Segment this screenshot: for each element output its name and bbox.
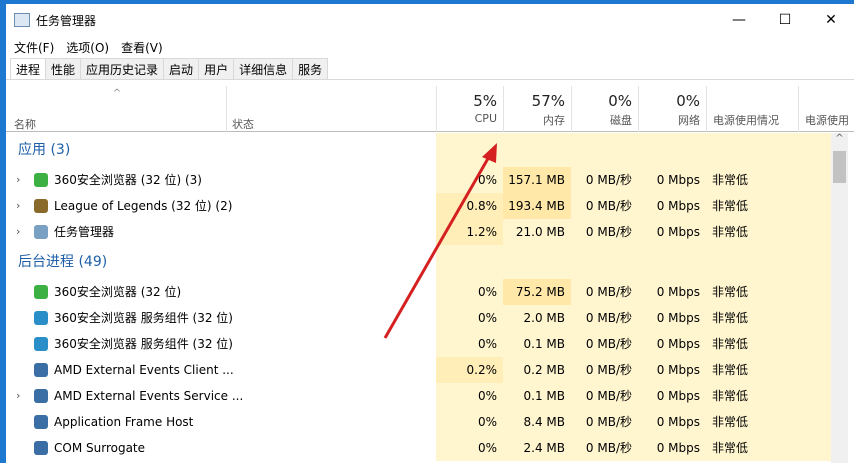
annotation-arrow bbox=[383, 143, 497, 339]
